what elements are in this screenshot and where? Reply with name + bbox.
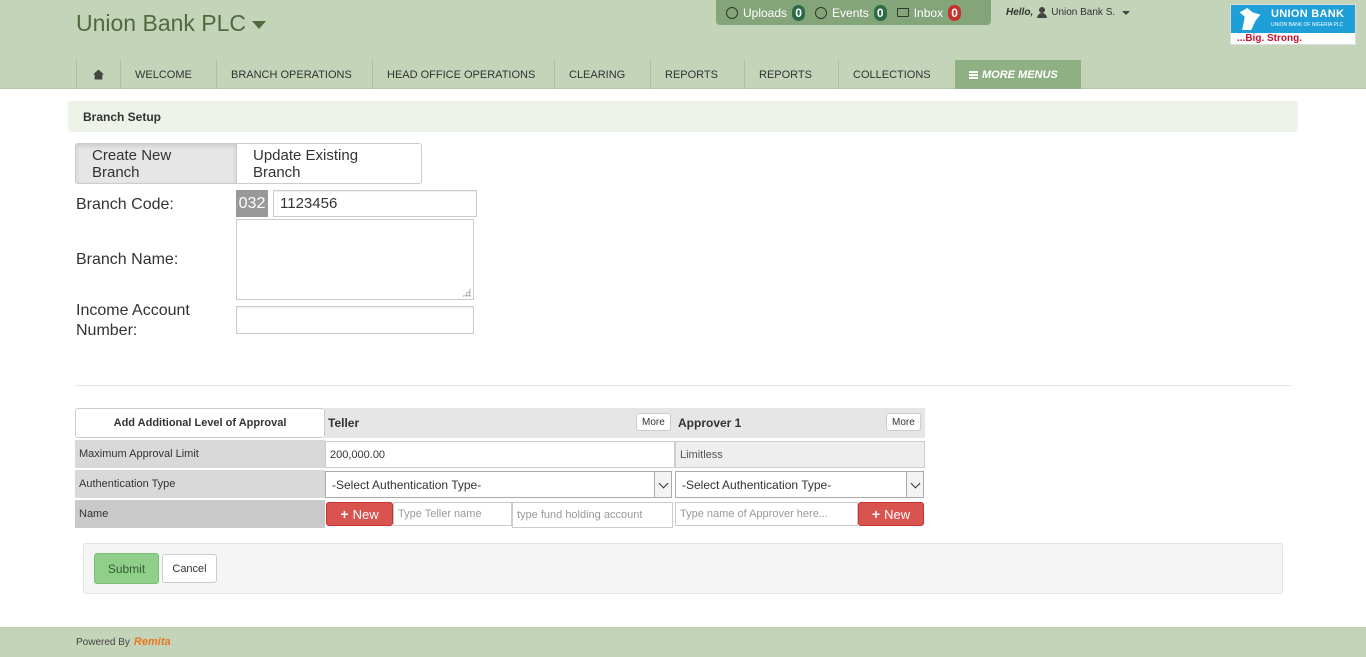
teller-title: Teller bbox=[328, 416, 360, 430]
uploads-count-badge: 0 bbox=[792, 4, 806, 21]
approver1-title: Approver 1 bbox=[678, 416, 742, 430]
teller-new-button[interactable]: + New bbox=[326, 502, 393, 526]
nav-reports[interactable]: REPORTS bbox=[650, 60, 744, 89]
add-approval-level-button[interactable]: Add Additional Level of Approval bbox=[75, 408, 325, 438]
branch-code-input[interactable] bbox=[273, 190, 477, 217]
teller-auth-type-value: -Select Authentication Type- bbox=[332, 477, 482, 492]
notification-bar: Uploads 0 Events 0 Inbox 0 bbox=[716, 0, 991, 25]
fund-holding-account-placeholder: type fund holding account bbox=[517, 509, 643, 521]
clock-icon bbox=[726, 6, 738, 19]
nav-head-office-operations[interactable]: HEAD OFFICE OPERATIONS bbox=[372, 60, 554, 89]
approver1-auth-type-value: -Select Authentication Type- bbox=[682, 477, 832, 492]
nav-home[interactable] bbox=[76, 60, 120, 89]
income-account-input[interactable] bbox=[236, 306, 474, 334]
branch-name-textarea[interactable] bbox=[236, 219, 474, 300]
inbox-count-badge: 0 bbox=[948, 4, 962, 21]
envelope-icon bbox=[896, 8, 909, 17]
teller-name-input[interactable]: Type Teller name bbox=[393, 502, 512, 526]
name-row-label: Name bbox=[75, 500, 325, 528]
greeting-text: Hello, bbox=[1006, 7, 1034, 18]
logo-name: UNION BANK bbox=[1271, 8, 1345, 20]
resize-grip-icon[interactable] bbox=[462, 288, 471, 297]
approver1-more-button[interactable]: More bbox=[886, 413, 921, 431]
approver1-new-label: New bbox=[884, 506, 911, 522]
inbox-label: Inbox bbox=[913, 5, 944, 20]
create-new-branch-button[interactable]: Create New Branch bbox=[75, 143, 237, 184]
clock-icon bbox=[815, 6, 828, 19]
nav-clearing[interactable]: CLEARING bbox=[554, 60, 650, 89]
logo-tagline: ...Big. Strong. bbox=[1237, 33, 1302, 44]
plus-icon: + bbox=[340, 506, 349, 522]
teller-more-button[interactable]: More bbox=[636, 413, 671, 431]
page-title: Branch Setup bbox=[68, 101, 1298, 132]
plus-icon: + bbox=[871, 506, 881, 522]
cancel-button[interactable]: Cancel bbox=[162, 554, 217, 583]
user-name[interactable]: Union Bank S. bbox=[1051, 7, 1115, 18]
app-title-text[interactable]: Union Bank PLC bbox=[76, 10, 246, 37]
horse-icon bbox=[1239, 8, 1261, 30]
top-header: Union Bank PLC Uploads 0 Events 0 Inbox … bbox=[0, 0, 1366, 89]
authentication-type-label: Authentication Type bbox=[75, 470, 325, 498]
approver1-auth-type-select[interactable]: -Select Authentication Type- bbox=[675, 471, 924, 498]
uploads-label: Uploads bbox=[743, 5, 788, 20]
nav-reports-2[interactable]: REPORTS bbox=[744, 60, 838, 89]
chevron-down-icon[interactable] bbox=[906, 472, 923, 497]
footer: Powered By Remita bbox=[0, 627, 1366, 657]
branch-code-label: Branch Code: bbox=[76, 196, 174, 213]
logo-subtitle: UNION BANK OF NIGERIA PLC bbox=[1271, 22, 1344, 28]
menu-icon bbox=[969, 70, 978, 79]
teller-new-label: New bbox=[352, 506, 379, 522]
main-nav: WELCOME BRANCH OPERATIONS HEAD OFFICE OP… bbox=[76, 60, 1081, 89]
events-count-badge: 0 bbox=[873, 4, 887, 21]
powered-by-text: Powered By bbox=[76, 636, 130, 648]
home-icon bbox=[93, 69, 104, 80]
income-account-label: Income Account Number: bbox=[76, 302, 190, 339]
nav-more-label: MORE MENUS bbox=[982, 68, 1058, 81]
caret-down-icon[interactable] bbox=[1122, 10, 1131, 15]
events-link[interactable]: Events 0 bbox=[815, 4, 887, 21]
approver1-name-placeholder: Type name of Approver here... bbox=[680, 508, 828, 520]
logo-banner: UNION BANK UNION BANK OF NIGERIA PLC bbox=[1231, 5, 1355, 33]
nav-more-menus[interactable]: MORE MENUS bbox=[955, 60, 1081, 89]
approver1-new-button[interactable]: + New bbox=[858, 502, 924, 526]
max-approval-limit-label: Maximum Approval Limit bbox=[75, 440, 325, 468]
submit-button[interactable]: Submit bbox=[94, 553, 159, 584]
approver1-name-input[interactable]: Type name of Approver here... bbox=[675, 502, 858, 526]
nav-collections[interactable]: COLLECTIONS bbox=[838, 60, 955, 89]
teller-name-placeholder: Type Teller name bbox=[398, 508, 482, 520]
chevron-down-icon[interactable] bbox=[654, 472, 671, 497]
update-existing-branch-button[interactable]: Update Existing Branch bbox=[237, 143, 422, 184]
branch-mode-toggle: Create New Branch Update Existing Branch bbox=[75, 143, 422, 184]
inbox-link[interactable]: Inbox 0 bbox=[896, 4, 962, 21]
user-menu[interactable]: Hello, Union Bank S. bbox=[1006, 7, 1131, 18]
branch-name-label: Branch Name: bbox=[76, 251, 179, 268]
section-divider bbox=[75, 385, 1291, 386]
app-title[interactable]: Union Bank PLC bbox=[76, 10, 267, 37]
teller-column-header: Teller bbox=[325, 408, 675, 438]
user-icon bbox=[1037, 7, 1048, 18]
union-bank-logo: UNION BANK UNION BANK OF NIGERIA PLC ...… bbox=[1230, 4, 1356, 45]
remita-logo[interactable]: Remita bbox=[134, 636, 171, 648]
teller-auth-type-select[interactable]: -Select Authentication Type- bbox=[325, 471, 672, 498]
teller-limit-input[interactable]: 200,000.00 bbox=[325, 441, 675, 468]
uploads-link[interactable]: Uploads 0 bbox=[726, 4, 806, 21]
fund-holding-account-input[interactable]: type fund holding account bbox=[512, 502, 673, 528]
form-actions: Submit Cancel bbox=[83, 543, 1283, 594]
nav-branch-operations[interactable]: BRANCH OPERATIONS bbox=[216, 60, 372, 89]
caret-down-icon[interactable] bbox=[252, 20, 267, 29]
nav-welcome[interactable]: WELCOME bbox=[120, 60, 216, 89]
events-label: Events bbox=[832, 5, 869, 20]
approver1-limit-field: Limitless bbox=[675, 441, 925, 468]
branch-code-prefix: 032 bbox=[236, 190, 268, 217]
